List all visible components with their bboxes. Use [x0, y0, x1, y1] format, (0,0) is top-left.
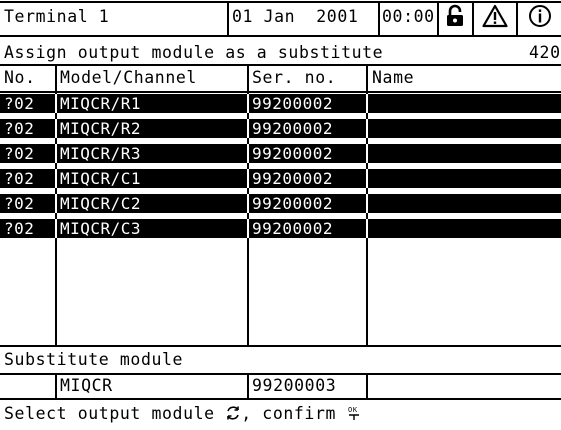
row-column-separator — [366, 94, 368, 113]
top-border — [0, 1, 561, 3]
row-column-separator — [247, 169, 249, 188]
row-column-separator — [247, 144, 249, 163]
cell-model: MIQCR/C2 — [60, 194, 142, 213]
cell-serial: 99200002 — [252, 94, 334, 113]
row-column-separator — [366, 169, 368, 188]
row-column-separator — [55, 144, 57, 163]
terminal-label: Terminal 1 — [4, 7, 110, 26]
row-column-separator — [247, 194, 249, 213]
unlocked-padlock-icon — [442, 3, 468, 29]
svg-text:OK: OK — [348, 406, 358, 414]
cell-no: ?02 — [4, 219, 35, 238]
row-column-separator — [247, 94, 249, 113]
status-bar-bottom-border — [0, 35, 561, 37]
screen-title: Assign output module as a substitute — [4, 43, 384, 62]
terminal-screen: Terminal 1 01 Jan 2001 00:00 Assign outp… — [0, 0, 561, 430]
row-column-separator — [55, 94, 57, 113]
status-divider — [227, 1, 229, 35]
cell-no: ?02 — [4, 144, 35, 163]
column-header-border — [0, 91, 561, 93]
list-bottom-border — [0, 345, 561, 347]
cell-serial: 99200002 — [252, 219, 334, 238]
status-divider — [472, 1, 474, 35]
row-column-separator — [366, 119, 368, 138]
footer-hint-text: Select output module — [4, 404, 226, 423]
cell-model: MIQCR/C3 — [60, 219, 142, 238]
footer-hint: Select output module , confirm OK — [4, 404, 361, 424]
footer-hint-text: , confirm — [241, 404, 347, 423]
warning-triangle-icon — [482, 3, 508, 29]
cell-model: MIQCR/R1 — [60, 94, 142, 113]
row-column-separator — [55, 219, 57, 238]
screen-code: 420 — [529, 43, 561, 62]
column-separator — [366, 373, 368, 398]
ok-key-icon: OK — [347, 405, 361, 421]
column-separator — [247, 373, 249, 398]
row-column-separator — [366, 144, 368, 163]
cell-model: MIQCR/R3 — [60, 144, 142, 163]
header-bottom-border — [0, 64, 561, 66]
cell-no: ?02 — [4, 194, 35, 213]
status-divider — [516, 1, 518, 35]
info-circle-icon — [527, 3, 553, 29]
row-column-separator — [55, 194, 57, 213]
cell-serial: 99200002 — [252, 169, 334, 188]
cell-model: MIQCR/R2 — [60, 119, 142, 138]
substitute-label: Substitute module — [4, 350, 184, 369]
column-separator — [55, 373, 57, 398]
cell-model: MIQCR/C1 — [60, 169, 142, 188]
status-time: 00:00 — [382, 7, 435, 26]
cell-no: ?02 — [4, 119, 35, 138]
turn-knob-icon — [225, 405, 241, 421]
column-header-model: Model/Channel — [60, 68, 197, 87]
cell-no: ?02 — [4, 94, 35, 113]
status-date: 01 Jan 2001 — [232, 7, 359, 26]
column-header-no: No. — [4, 68, 36, 87]
status-divider — [437, 1, 439, 35]
cell-serial: 99200002 — [252, 144, 334, 163]
row-column-separator — [55, 119, 57, 138]
cell-serial: 99200002 — [252, 194, 334, 213]
substitute-serial[interactable]: 99200003 — [252, 376, 336, 396]
substitute-row-border — [0, 398, 561, 400]
status-divider — [378, 1, 380, 35]
row-column-separator — [247, 119, 249, 138]
row-column-separator — [55, 169, 57, 188]
substitute-model[interactable]: MIQCR — [60, 376, 113, 396]
substitute-label-border — [0, 373, 561, 375]
cell-serial: 99200002 — [252, 119, 334, 138]
cell-no: ?02 — [4, 169, 35, 188]
row-column-separator — [247, 219, 249, 238]
row-column-separator — [366, 194, 368, 213]
column-header-name: Name — [372, 68, 415, 87]
row-column-separator — [366, 219, 368, 238]
column-header-serial: Ser. no. — [252, 68, 337, 87]
